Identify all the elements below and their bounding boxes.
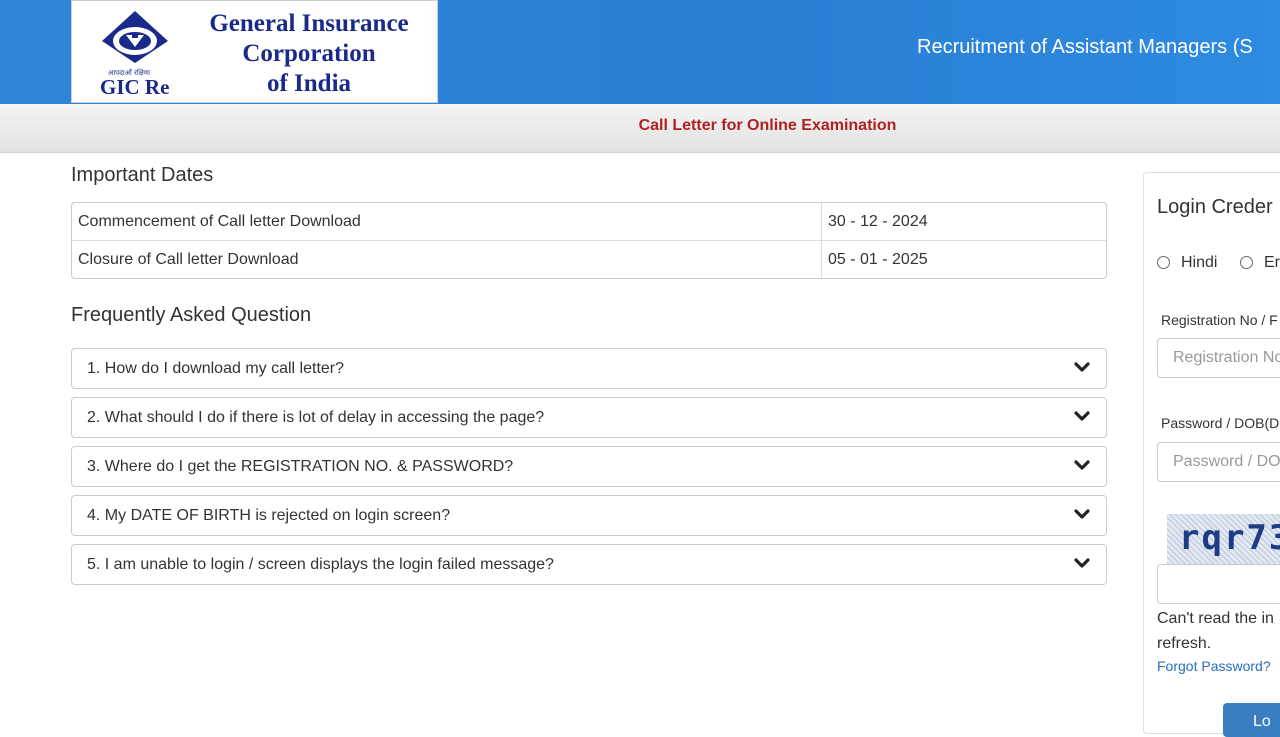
captcha-text: rqr73: [1179, 518, 1280, 558]
date-value: 30 - 12 - 2024: [821, 203, 1106, 241]
gic-emblem-icon: [102, 11, 168, 63]
faq-question: 3. Where do I get the REGISTRATION NO. &…: [87, 458, 514, 475]
registration-label: Registration No / F: [1161, 312, 1278, 328]
password-input[interactable]: [1157, 442, 1280, 482]
gic-re-logo[interactable]: General Insurance Corporation of India आ…: [71, 0, 438, 103]
radio-label-english: Er: [1264, 254, 1280, 271]
header-bar: General Insurance Corporation of India आ…: [0, 0, 1280, 104]
faq-question: 4. My DATE OF BIRTH is rejected on login…: [87, 507, 451, 524]
captcha-help-text: Can't read the in refresh.: [1157, 610, 1274, 652]
login-title: Login Creder: [1157, 196, 1273, 218]
important-dates-table: Commencement of Call letter Download 30 …: [71, 202, 1107, 279]
captcha-image: rqr73: [1167, 514, 1280, 564]
registration-input[interactable]: [1157, 338, 1280, 378]
forgot-password-link[interactable]: Forgot Password?: [1157, 658, 1271, 674]
chevron-down-icon: [1074, 362, 1090, 372]
date-label: Commencement of Call letter Download: [72, 203, 821, 241]
chevron-down-icon: [1074, 509, 1090, 519]
faq-title: Frequently Asked Question: [71, 304, 312, 326]
login-button[interactable]: Lo: [1223, 703, 1280, 737]
chevron-down-icon: [1074, 460, 1090, 470]
faq-question: 1. How do I download my call letter?: [87, 360, 345, 377]
logo-brand-text: GIC Re: [100, 75, 170, 99]
important-dates-title: Important Dates: [71, 164, 214, 186]
faq-item-4[interactable]: 4. My DATE OF BIRTH is rejected on login…: [71, 495, 1107, 536]
org-name: General Insurance Corporation of India: [209, 10, 409, 97]
date-label: Closure of Call letter Download: [78, 250, 299, 268]
radio-hindi[interactable]: [1157, 256, 1170, 269]
faq-item-1[interactable]: 1. How do I download my call letter?: [71, 348, 1107, 389]
faq-question: 5. I am unable to login / screen display…: [87, 556, 554, 573]
chevron-down-icon: [1074, 411, 1090, 421]
password-label: Password / DOB(D: [1161, 415, 1280, 431]
chevron-down-icon: [1074, 558, 1090, 568]
faq-item-3[interactable]: 3. Where do I get the REGISTRATION NO. &…: [71, 446, 1107, 487]
faq-item-5[interactable]: 5. I am unable to login / screen display…: [71, 544, 1107, 585]
page-header-title: Recruitment of Assistant Managers (S: [917, 36, 1253, 58]
subheader-title: Call Letter for Online Examination: [638, 117, 897, 134]
radio-english[interactable]: [1240, 256, 1253, 269]
radio-label-hindi: Hindi: [1181, 254, 1218, 271]
date-value: 05 - 01 - 2025: [821, 241, 1106, 278]
faq-item-2[interactable]: 2. What should I do if there is lot of d…: [71, 397, 1107, 438]
table-row: Closure of Call letter Download 05 - 01 …: [72, 241, 1106, 278]
captcha-input[interactable]: [1157, 564, 1280, 604]
faq-question: 2. What should I do if there is lot of d…: [87, 409, 545, 426]
table-row: Commencement of Call letter Download 30 …: [72, 203, 1106, 241]
